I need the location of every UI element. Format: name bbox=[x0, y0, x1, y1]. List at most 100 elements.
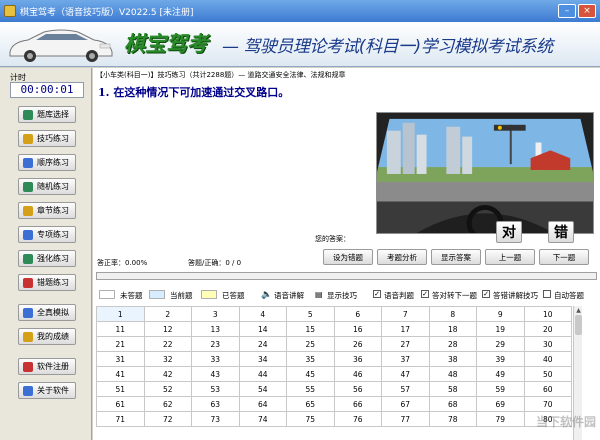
question-cell[interactable]: 54 bbox=[238, 381, 287, 397]
question-cell[interactable]: 50 bbox=[523, 366, 572, 382]
auto-next-checkbox[interactable]: ✓ bbox=[421, 290, 429, 298]
wrong-explain-checkbox[interactable]: ✓ bbox=[482, 290, 490, 298]
question-cell[interactable]: 22 bbox=[143, 336, 192, 352]
false-button[interactable]: 错 bbox=[548, 221, 574, 243]
question-cell[interactable]: 36 bbox=[333, 351, 382, 367]
tips-practice-button[interactable]: 技巧练习 bbox=[18, 130, 76, 147]
question-cell[interactable]: 78 bbox=[428, 411, 477, 427]
question-cell[interactable]: 3 bbox=[191, 306, 240, 322]
question-cell[interactable]: 35 bbox=[286, 351, 335, 367]
wrong-questions-practice-button[interactable]: 错题练习 bbox=[18, 274, 76, 291]
question-cell[interactable]: 71 bbox=[96, 411, 145, 427]
question-cell[interactable]: 77 bbox=[381, 411, 430, 427]
question-cell[interactable]: 16 bbox=[333, 321, 382, 337]
question-cell[interactable]: 58 bbox=[428, 381, 477, 397]
question-cell[interactable]: 10 bbox=[523, 306, 572, 322]
question-cell[interactable]: 24 bbox=[238, 336, 287, 352]
question-cell[interactable]: 76 bbox=[333, 411, 382, 427]
question-cell[interactable]: 38 bbox=[428, 351, 477, 367]
question-cell[interactable]: 61 bbox=[96, 396, 145, 412]
question-cell[interactable]: 1 bbox=[96, 306, 145, 322]
question-cell[interactable]: 79 bbox=[476, 411, 525, 427]
question-cell[interactable]: 69 bbox=[476, 396, 525, 412]
question-cell[interactable]: 32 bbox=[143, 351, 192, 367]
question-cell[interactable]: 33 bbox=[191, 351, 240, 367]
question-cell[interactable]: 6 bbox=[333, 306, 382, 322]
question-cell[interactable]: 28 bbox=[428, 336, 477, 352]
question-cell[interactable]: 15 bbox=[286, 321, 335, 337]
speaker-icon[interactable]: 🔈 bbox=[261, 290, 272, 300]
question-cell[interactable]: 12 bbox=[143, 321, 192, 337]
question-cell[interactable]: 70 bbox=[523, 396, 572, 412]
question-cell[interactable]: 68 bbox=[428, 396, 477, 412]
previous-question-button[interactable]: 上一题 bbox=[485, 249, 535, 265]
tips-icon[interactable]: ▤ bbox=[315, 290, 323, 299]
question-cell[interactable]: 7 bbox=[381, 306, 430, 322]
show-answer-button[interactable]: 显示答案 bbox=[431, 249, 481, 265]
question-cell[interactable]: 2 bbox=[143, 306, 192, 322]
question-cell[interactable]: 44 bbox=[238, 366, 287, 382]
question-cell[interactable]: 67 bbox=[381, 396, 430, 412]
true-button[interactable]: 对 bbox=[496, 221, 522, 243]
question-cell[interactable]: 29 bbox=[476, 336, 525, 352]
question-cell[interactable]: 47 bbox=[381, 366, 430, 382]
show-tips-label[interactable]: 显示技巧 bbox=[327, 290, 357, 301]
question-cell[interactable]: 75 bbox=[286, 411, 335, 427]
question-cell[interactable]: 26 bbox=[333, 336, 382, 352]
random-practice-button[interactable]: 随机练习 bbox=[18, 178, 76, 195]
minimize-button[interactable]: – bbox=[558, 4, 576, 18]
question-cell[interactable]: 42 bbox=[143, 366, 192, 382]
question-cell[interactable]: 39 bbox=[476, 351, 525, 367]
question-cell[interactable]: 45 bbox=[286, 366, 335, 382]
question-cell[interactable]: 34 bbox=[238, 351, 287, 367]
question-cell[interactable]: 64 bbox=[238, 396, 287, 412]
question-cell[interactable]: 31 bbox=[96, 351, 145, 367]
question-cell[interactable]: 27 bbox=[381, 336, 430, 352]
scroll-up-icon[interactable]: ▲ bbox=[574, 306, 583, 315]
question-analysis-button[interactable]: 考题分析 bbox=[377, 249, 427, 265]
full-mock-exam-button[interactable]: 全真模拟 bbox=[18, 304, 76, 321]
question-cell[interactable]: 56 bbox=[333, 381, 382, 397]
question-cell[interactable]: 63 bbox=[191, 396, 240, 412]
question-cell[interactable]: 57 bbox=[381, 381, 430, 397]
question-cell[interactable]: 46 bbox=[333, 366, 382, 382]
next-question-button[interactable]: 下一题 bbox=[539, 249, 589, 265]
question-cell[interactable]: 25 bbox=[286, 336, 335, 352]
question-cell[interactable]: 43 bbox=[191, 366, 240, 382]
question-cell[interactable]: 66 bbox=[333, 396, 382, 412]
question-cell[interactable]: 73 bbox=[191, 411, 240, 427]
question-cell[interactable]: 8 bbox=[428, 306, 477, 322]
question-cell[interactable]: 65 bbox=[286, 396, 335, 412]
voice-explain-label[interactable]: 语音讲解 bbox=[274, 290, 304, 301]
question-cell[interactable]: 53 bbox=[191, 381, 240, 397]
sequential-practice-button[interactable]: 顺序练习 bbox=[18, 154, 76, 171]
question-cell[interactable]: 17 bbox=[381, 321, 430, 337]
question-cell[interactable]: 62 bbox=[143, 396, 192, 412]
question-cell[interactable]: 55 bbox=[286, 381, 335, 397]
question-cell[interactable]: 11 bbox=[96, 321, 145, 337]
question-cell[interactable]: 14 bbox=[238, 321, 287, 337]
chapter-practice-button[interactable]: 章节练习 bbox=[18, 202, 76, 219]
question-cell[interactable]: 74 bbox=[238, 411, 287, 427]
question-cell[interactable]: 60 bbox=[523, 381, 572, 397]
mark-wrong-button[interactable]: 设为错题 bbox=[323, 249, 373, 265]
question-cell[interactable]: 51 bbox=[96, 381, 145, 397]
close-button[interactable]: × bbox=[578, 4, 596, 18]
question-cell[interactable]: 49 bbox=[476, 366, 525, 382]
question-cell[interactable]: 9 bbox=[476, 306, 525, 322]
software-register-button[interactable]: 软件注册 bbox=[18, 358, 76, 375]
question-cell[interactable]: 5 bbox=[286, 306, 335, 322]
question-cell[interactable]: 20 bbox=[523, 321, 572, 337]
question-bank-button[interactable]: 题库选择 bbox=[18, 106, 76, 123]
question-cell[interactable]: 72 bbox=[143, 411, 192, 427]
voice-judge-checkbox[interactable]: ✓ bbox=[373, 290, 381, 298]
question-cell[interactable]: 30 bbox=[523, 336, 572, 352]
question-cell[interactable]: 37 bbox=[381, 351, 430, 367]
question-cell[interactable]: 21 bbox=[96, 336, 145, 352]
special-practice-button[interactable]: 专项练习 bbox=[18, 226, 76, 243]
question-cell[interactable]: 52 bbox=[143, 381, 192, 397]
question-cell[interactable]: 19 bbox=[476, 321, 525, 337]
about-software-button[interactable]: 关于软件 bbox=[18, 382, 76, 399]
question-cell[interactable]: 18 bbox=[428, 321, 477, 337]
question-cell[interactable]: 59 bbox=[476, 381, 525, 397]
